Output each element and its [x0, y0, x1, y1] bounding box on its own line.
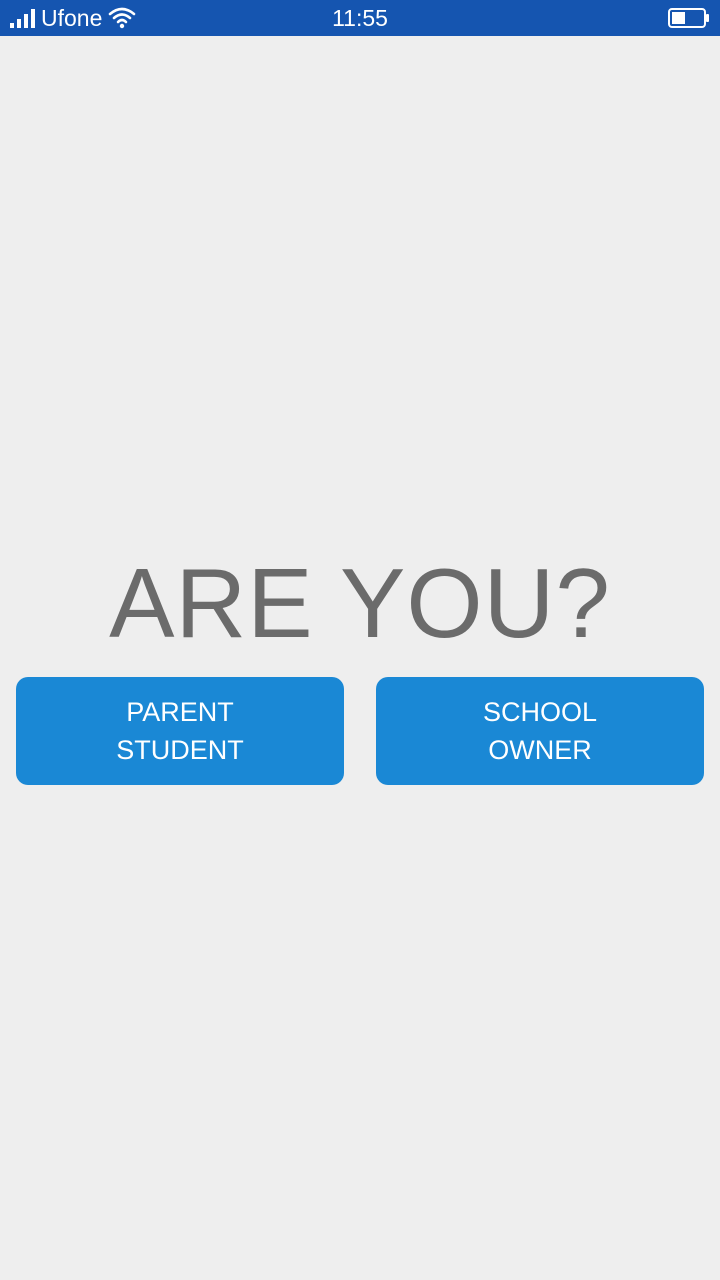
button-label-line: STUDENT	[116, 735, 244, 765]
button-label-line: OWNER	[488, 735, 592, 765]
battery-icon	[668, 8, 709, 28]
parent-student-button[interactable]: PARENT STUDENT	[16, 677, 344, 785]
school-owner-button[interactable]: SCHOOL OWNER	[376, 677, 704, 785]
button-label-line: SCHOOL	[482, 697, 598, 727]
status-bar: Ufone 11:55	[0, 0, 720, 36]
button-label-line: PARENT	[126, 697, 234, 727]
page-title: ARE YOU?	[109, 548, 611, 658]
status-time: 11:55	[332, 5, 388, 31]
screen: Ufone 11:55 ARE YOU? PARENT STUDENT SCHO…	[0, 0, 720, 1280]
